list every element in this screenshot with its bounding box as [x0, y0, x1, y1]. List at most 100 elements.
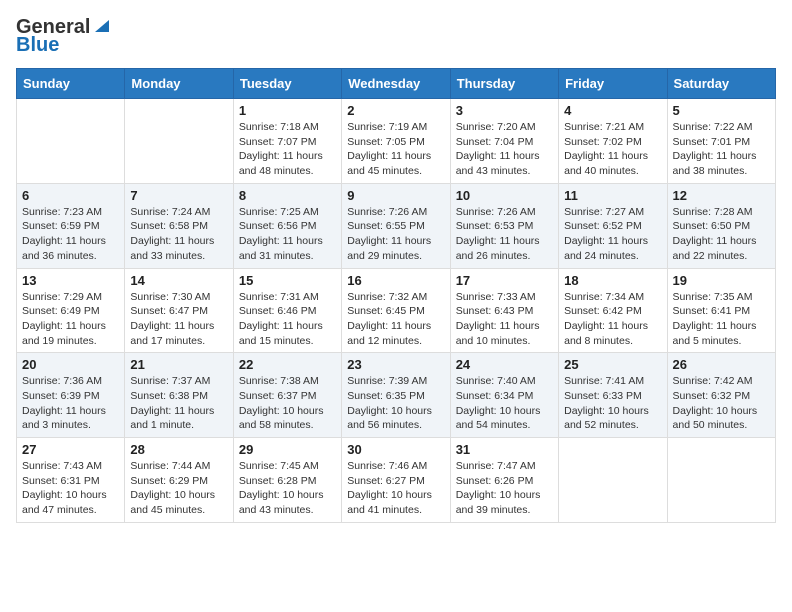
- day-info: Sunrise: 7:25 AMSunset: 6:56 PMDaylight:…: [239, 205, 336, 264]
- day-info: Sunrise: 7:22 AMSunset: 7:01 PMDaylight:…: [673, 120, 770, 179]
- day-number: 3: [456, 103, 553, 118]
- logo-blue-text: Blue: [16, 34, 59, 56]
- calendar-day-cell: 27 Sunrise: 7:43 AMSunset: 6:31 PMDayligh…: [17, 438, 125, 523]
- day-number: 8: [239, 188, 336, 203]
- day-number: 13: [22, 273, 119, 288]
- calendar-day-cell: 21 Sunrise: 7:37 AMSunset: 6:38 PMDayligh…: [125, 353, 233, 438]
- calendar-day-cell: 25 Sunrise: 7:41 AMSunset: 6:33 PMDayligh…: [559, 353, 667, 438]
- day-info: Sunrise: 7:41 AMSunset: 6:33 PMDaylight:…: [564, 374, 661, 433]
- calendar-week-row: 13 Sunrise: 7:29 AMSunset: 6:49 PMDayligh…: [17, 268, 776, 353]
- weekday-header-cell: Thursday: [450, 69, 558, 99]
- day-info: Sunrise: 7:36 AMSunset: 6:39 PMDaylight:…: [22, 374, 119, 433]
- calendar-day-cell: [17, 99, 125, 184]
- day-info: Sunrise: 7:46 AMSunset: 6:27 PMDaylight:…: [347, 459, 444, 518]
- day-info: Sunrise: 7:28 AMSunset: 6:50 PMDaylight:…: [673, 205, 770, 264]
- day-info: Sunrise: 7:30 AMSunset: 6:47 PMDaylight:…: [130, 290, 227, 349]
- day-info: Sunrise: 7:26 AMSunset: 6:55 PMDaylight:…: [347, 205, 444, 264]
- day-number: 5: [673, 103, 770, 118]
- day-number: 10: [456, 188, 553, 203]
- day-info: Sunrise: 7:31 AMSunset: 6:46 PMDaylight:…: [239, 290, 336, 349]
- day-info: Sunrise: 7:42 AMSunset: 6:32 PMDaylight:…: [673, 374, 770, 433]
- calendar-day-cell: 24Sunrise: 7:40 AMSunset: 6:34 PMDayligh…: [450, 353, 558, 438]
- calendar-day-cell: 8 Sunrise: 7:25 AMSunset: 6:56 PMDaylight…: [233, 183, 341, 268]
- day-info: Sunrise: 7:43 AMSunset: 6:31 PMDaylight:…: [22, 459, 119, 518]
- logo: General Blue: [16, 16, 113, 56]
- calendar-day-cell: 5 Sunrise: 7:22 AMSunset: 7:01 PMDaylight…: [667, 99, 775, 184]
- calendar-day-cell: 29Sunrise: 7:45 AMSunset: 6:28 PMDayligh…: [233, 438, 341, 523]
- calendar-day-cell: 18Sunrise: 7:34 AMSunset: 6:42 PMDayligh…: [559, 268, 667, 353]
- day-number: 2: [347, 103, 444, 118]
- calendar-day-cell: 9 Sunrise: 7:26 AMSunset: 6:55 PMDaylight…: [342, 183, 450, 268]
- calendar-day-cell: [667, 438, 775, 523]
- day-number: 30: [347, 442, 444, 457]
- day-number: 24: [456, 357, 553, 372]
- day-number: 17: [456, 273, 553, 288]
- calendar-day-cell: 7Sunrise: 7:24 AMSunset: 6:58 PMDaylight…: [125, 183, 233, 268]
- day-info: Sunrise: 7:26 AMSunset: 6:53 PMDaylight:…: [456, 205, 553, 264]
- day-number: 27: [22, 442, 119, 457]
- weekday-header-cell: Saturday: [667, 69, 775, 99]
- calendar-day-cell: [559, 438, 667, 523]
- day-number: 29: [239, 442, 336, 457]
- calendar-day-cell: 6 Sunrise: 7:23 AMSunset: 6:59 PMDaylight…: [17, 183, 125, 268]
- calendar-week-row: 27 Sunrise: 7:43 AMSunset: 6:31 PMDayligh…: [17, 438, 776, 523]
- calendar-day-cell: 4 Sunrise: 7:21 AMSunset: 7:02 PMDaylight…: [559, 99, 667, 184]
- calendar-day-cell: 30 Sunrise: 7:46 AMSunset: 6:27 PMDayligh…: [342, 438, 450, 523]
- page-header: General Blue: [16, 16, 776, 56]
- calendar-day-cell: 11Sunrise: 7:27 AMSunset: 6:52 PMDayligh…: [559, 183, 667, 268]
- calendar-day-cell: 15Sunrise: 7:31 AMSunset: 6:46 PMDayligh…: [233, 268, 341, 353]
- day-number: 12: [673, 188, 770, 203]
- calendar-week-row: 6 Sunrise: 7:23 AMSunset: 6:59 PMDaylight…: [17, 183, 776, 268]
- day-number: 28: [130, 442, 227, 457]
- day-info: Sunrise: 7:47 AMSunset: 6:26 PMDaylight:…: [456, 459, 553, 518]
- day-info: Sunrise: 7:23 AMSunset: 6:59 PMDaylight:…: [22, 205, 119, 264]
- calendar-day-cell: 28Sunrise: 7:44 AMSunset: 6:29 PMDayligh…: [125, 438, 233, 523]
- day-info: Sunrise: 7:34 AMSunset: 6:42 PMDaylight:…: [564, 290, 661, 349]
- calendar-day-cell: 20 Sunrise: 7:36 AMSunset: 6:39 PMDayligh…: [17, 353, 125, 438]
- day-number: 6: [22, 188, 119, 203]
- calendar-day-cell: 17 Sunrise: 7:33 AMSunset: 6:43 PMDayligh…: [450, 268, 558, 353]
- day-info: Sunrise: 7:19 AMSunset: 7:05 PMDaylight:…: [347, 120, 444, 179]
- calendar-day-cell: 2 Sunrise: 7:19 AMSunset: 7:05 PMDaylight…: [342, 99, 450, 184]
- day-info: Sunrise: 7:37 AMSunset: 6:38 PMDaylight:…: [130, 374, 227, 433]
- calendar-week-row: 1 Sunrise: 7:18 AMSunset: 7:07 PMDaylight…: [17, 99, 776, 184]
- day-number: 21: [130, 357, 227, 372]
- calendar-day-cell: 23 Sunrise: 7:39 AMSunset: 6:35 PMDayligh…: [342, 353, 450, 438]
- day-number: 4: [564, 103, 661, 118]
- day-number: 23: [347, 357, 444, 372]
- weekday-header-cell: Monday: [125, 69, 233, 99]
- day-number: 7: [130, 188, 227, 203]
- day-number: 19: [673, 273, 770, 288]
- logo-icon: [91, 14, 113, 36]
- day-info: Sunrise: 7:38 AMSunset: 6:37 PMDaylight:…: [239, 374, 336, 433]
- weekday-header-cell: Tuesday: [233, 69, 341, 99]
- day-info: Sunrise: 7:29 AMSunset: 6:49 PMDaylight:…: [22, 290, 119, 349]
- day-number: 22: [239, 357, 336, 372]
- calendar-day-cell: 31 Sunrise: 7:47 AMSunset: 6:26 PMDayligh…: [450, 438, 558, 523]
- day-info: Sunrise: 7:33 AMSunset: 6:43 PMDaylight:…: [456, 290, 553, 349]
- day-number: 16: [347, 273, 444, 288]
- calendar-day-cell: 26Sunrise: 7:42 AMSunset: 6:32 PMDayligh…: [667, 353, 775, 438]
- day-number: 14: [130, 273, 227, 288]
- weekday-header-row: SundayMondayTuesdayWednesdayThursdayFrid…: [17, 69, 776, 99]
- day-number: 20: [22, 357, 119, 372]
- calendar-body: 1 Sunrise: 7:18 AMSunset: 7:07 PMDaylight…: [17, 99, 776, 523]
- day-number: 9: [347, 188, 444, 203]
- day-number: 1: [239, 103, 336, 118]
- day-info: Sunrise: 7:35 AMSunset: 6:41 PMDaylight:…: [673, 290, 770, 349]
- calendar-day-cell: 10 Sunrise: 7:26 AMSunset: 6:53 PMDayligh…: [450, 183, 558, 268]
- day-number: 25: [564, 357, 661, 372]
- day-info: Sunrise: 7:21 AMSunset: 7:02 PMDaylight:…: [564, 120, 661, 179]
- calendar-day-cell: 22 Sunrise: 7:38 AMSunset: 6:37 PMDayligh…: [233, 353, 341, 438]
- day-number: 31: [456, 442, 553, 457]
- calendar-day-cell: 16Sunrise: 7:32 AMSunset: 6:45 PMDayligh…: [342, 268, 450, 353]
- day-info: Sunrise: 7:39 AMSunset: 6:35 PMDaylight:…: [347, 374, 444, 433]
- day-info: Sunrise: 7:20 AMSunset: 7:04 PMDaylight:…: [456, 120, 553, 179]
- weekday-header-cell: Friday: [559, 69, 667, 99]
- calendar-day-cell: 3 Sunrise: 7:20 AMSunset: 7:04 PMDaylight…: [450, 99, 558, 184]
- calendar-table: SundayMondayTuesdayWednesdayThursdayFrid…: [16, 68, 776, 523]
- day-info: Sunrise: 7:18 AMSunset: 7:07 PMDaylight:…: [239, 120, 336, 179]
- calendar-day-cell: 13 Sunrise: 7:29 AMSunset: 6:49 PMDayligh…: [17, 268, 125, 353]
- calendar-day-cell: 12 Sunrise: 7:28 AMSunset: 6:50 PMDayligh…: [667, 183, 775, 268]
- weekday-header-cell: Wednesday: [342, 69, 450, 99]
